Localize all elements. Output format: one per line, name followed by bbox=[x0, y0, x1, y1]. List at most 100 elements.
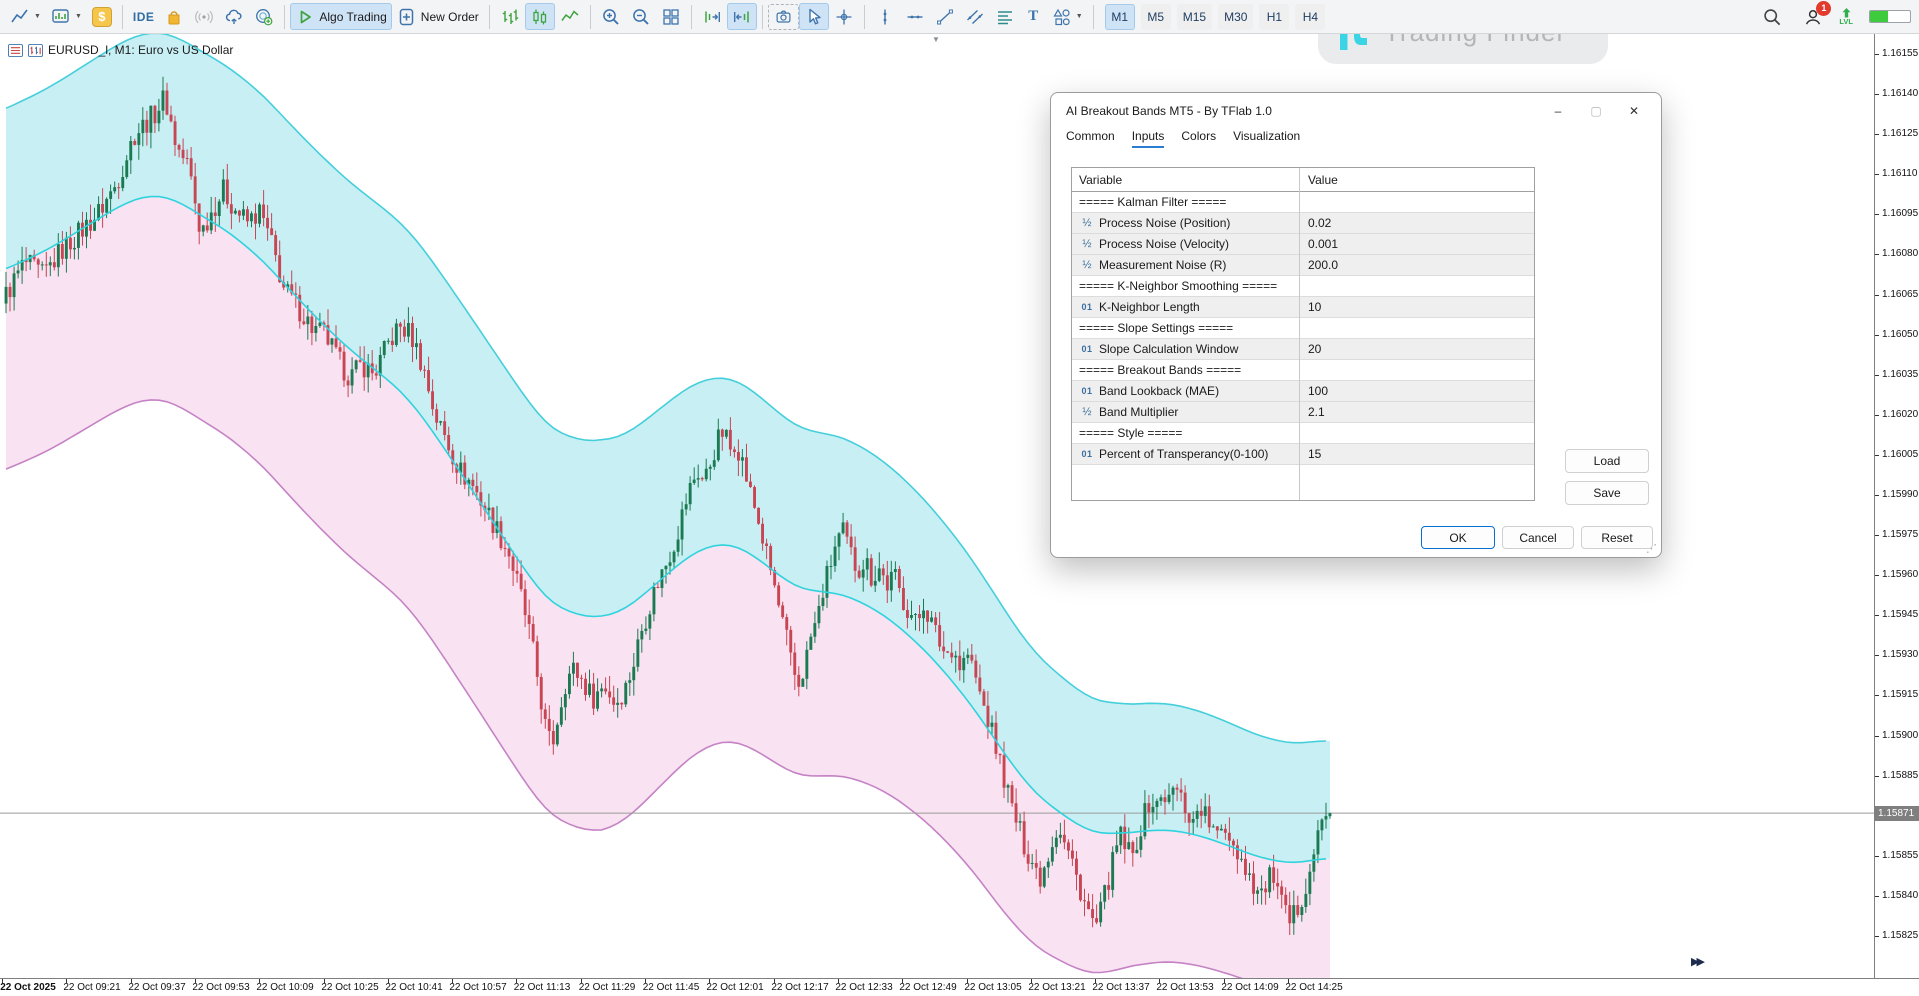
cancel-button[interactable]: Cancel bbox=[1502, 526, 1574, 549]
settings-row[interactable]: ½Process Noise (Position)0.02 bbox=[1072, 213, 1534, 234]
timeframe-m15[interactable]: M15 bbox=[1177, 4, 1212, 30]
tab-visualization[interactable]: Visualization bbox=[1233, 129, 1300, 148]
fibonacci-tool-button[interactable] bbox=[990, 3, 1020, 30]
settings-row[interactable]: 01K-Neighbor Length10 bbox=[1072, 297, 1534, 318]
setting-value[interactable]: 15 bbox=[1299, 447, 1534, 461]
maximize-button[interactable]: ▢ bbox=[1577, 97, 1615, 125]
tile-windows-icon bbox=[661, 7, 681, 27]
crosshair-tool-button[interactable] bbox=[829, 3, 859, 30]
cursor-tool-button[interactable] bbox=[799, 3, 829, 30]
settings-row[interactable]: ===== Slope Settings ===== bbox=[1072, 318, 1534, 339]
chevron-down-icon: ▼ bbox=[34, 13, 41, 20]
price-tick bbox=[1875, 535, 1879, 536]
chevron-down-icon: ▼ bbox=[75, 13, 82, 20]
setting-value[interactable]: 100 bbox=[1299, 384, 1534, 398]
price-tick bbox=[1875, 134, 1879, 135]
price-tick bbox=[1875, 455, 1879, 456]
chart-shift-button[interactable] bbox=[727, 3, 757, 30]
ide-button[interactable]: IDE bbox=[128, 3, 160, 30]
settings-row[interactable]: ===== Breakout Bands ===== bbox=[1072, 360, 1534, 381]
algo-trading-button[interactable]: Algo Trading bbox=[290, 3, 391, 30]
fast-forward-icon[interactable]: ▶▶ bbox=[1691, 955, 1702, 968]
toolbar-separator bbox=[489, 5, 490, 29]
price-label: 1.15930 bbox=[1882, 649, 1918, 660]
profile-button[interactable]: 1 bbox=[1803, 7, 1823, 27]
line-chart-type-button[interactable] bbox=[555, 3, 585, 30]
vertical-line-tool-button[interactable] bbox=[870, 3, 900, 30]
signals-button[interactable] bbox=[189, 3, 219, 30]
zoom-out-button[interactable] bbox=[626, 3, 656, 30]
setting-label: ===== Style ===== bbox=[1079, 426, 1182, 440]
settings-row[interactable]: ===== Style ===== bbox=[1072, 423, 1534, 444]
save-button[interactable]: Save bbox=[1565, 481, 1649, 505]
deposit-button[interactable]: $ bbox=[87, 3, 117, 30]
tab-inputs[interactable]: Inputs bbox=[1132, 129, 1165, 148]
window-buttons: – ▢ ✕ bbox=[1539, 97, 1653, 125]
settings-row[interactable]: 01Percent of Transperancy(0-100)15 bbox=[1072, 444, 1534, 465]
search-button[interactable] bbox=[1757, 3, 1787, 30]
market-button[interactable] bbox=[159, 3, 189, 30]
setting-value[interactable]: 0.02 bbox=[1299, 216, 1534, 230]
price-label: 1.16125 bbox=[1882, 128, 1918, 139]
price-tick bbox=[1875, 575, 1879, 576]
chart-shift-marker[interactable]: ▼ bbox=[932, 35, 940, 44]
timeframe-m1[interactable]: M1 bbox=[1105, 4, 1135, 30]
time-label: 22 Oct 13:53 bbox=[1156, 982, 1213, 993]
zoom-out-icon bbox=[631, 7, 651, 27]
text-tool-button[interactable]: T bbox=[1020, 3, 1047, 30]
new-order-button[interactable]: New Order bbox=[392, 3, 484, 30]
new-order-icon bbox=[397, 7, 417, 27]
bar-chart-type-button[interactable] bbox=[495, 3, 525, 30]
setting-value[interactable]: 2.1 bbox=[1299, 405, 1534, 419]
load-button[interactable]: Load bbox=[1565, 449, 1649, 473]
zoom-in-button[interactable] bbox=[596, 3, 626, 30]
horizontal-line-tool-button[interactable] bbox=[900, 3, 930, 30]
shapes-tool-button[interactable]: ▼ bbox=[1047, 3, 1088, 30]
reset-button[interactable]: Reset bbox=[1581, 526, 1653, 549]
settings-row[interactable]: ½Measurement Noise (R)200.0 bbox=[1072, 255, 1534, 276]
setting-value[interactable]: 10 bbox=[1299, 300, 1534, 314]
tab-colors[interactable]: Colors bbox=[1181, 129, 1216, 148]
connection-fill bbox=[1870, 11, 1888, 22]
time-label: 22 Oct 14:25 bbox=[1285, 982, 1342, 993]
algo-trading-label: Algo Trading bbox=[319, 10, 386, 24]
community-button[interactable] bbox=[249, 3, 279, 30]
zoom-in-icon bbox=[601, 7, 621, 27]
dollar-icon: $ bbox=[92, 7, 112, 27]
dialog-titlebar[interactable]: AI Breakout Bands MT5 - By TFlab 1.0 – ▢… bbox=[1051, 93, 1661, 129]
resize-grip[interactable]: ⋰ bbox=[1646, 542, 1657, 555]
connection-status-bar[interactable] bbox=[1869, 10, 1911, 23]
settings-row[interactable]: ½Band Multiplier2.1 bbox=[1072, 402, 1534, 423]
screenshot-button[interactable] bbox=[770, 6, 797, 28]
close-button[interactable]: ✕ bbox=[1615, 97, 1653, 125]
settings-row[interactable]: ===== K-Neighbor Smoothing ===== bbox=[1072, 276, 1534, 297]
trendline-tool-button[interactable] bbox=[930, 3, 960, 30]
minimize-button[interactable]: – bbox=[1539, 97, 1577, 125]
settings-row[interactable]: 01Band Lookback (MAE)100 bbox=[1072, 381, 1534, 402]
tile-windows-button[interactable] bbox=[656, 3, 686, 30]
timeframe-m5[interactable]: M5 bbox=[1141, 4, 1171, 30]
auto-scroll-button[interactable] bbox=[697, 3, 727, 30]
settings-row[interactable]: 01Slope Calculation Window20 bbox=[1072, 339, 1534, 360]
settings-row[interactable]: ½Process Noise (Velocity)0.001 bbox=[1072, 234, 1534, 255]
timeframe-h1[interactable]: H1 bbox=[1259, 4, 1289, 30]
level-indicator[interactable]: LVL bbox=[1839, 8, 1853, 26]
dialog-tabs: Common Inputs Colors Visualization bbox=[1051, 129, 1661, 154]
setting-value[interactable]: 20 bbox=[1299, 342, 1534, 356]
setting-value[interactable]: 0.001 bbox=[1299, 237, 1534, 251]
ok-button[interactable]: OK bbox=[1421, 526, 1495, 549]
time-axis[interactable]: 22 Oct 202522 Oct 09:2122 Oct 09:3722 Oc… bbox=[0, 978, 1919, 996]
price-axis[interactable]: 1.161551.161401.161251.161101.160951.160… bbox=[1874, 34, 1919, 978]
timeframe-m30[interactable]: M30 bbox=[1218, 4, 1253, 30]
indicators-button[interactable]: ▼ bbox=[46, 3, 87, 30]
vps-button[interactable] bbox=[219, 3, 249, 30]
shopping-bag-icon bbox=[164, 7, 184, 27]
timeframe-h4[interactable]: H4 bbox=[1295, 4, 1325, 30]
tab-common[interactable]: Common bbox=[1066, 129, 1115, 148]
candle-chart-type-button[interactable] bbox=[525, 3, 555, 30]
settings-row[interactable]: ===== Kalman Filter ===== bbox=[1072, 192, 1534, 213]
channel-tool-button[interactable] bbox=[960, 3, 990, 30]
setting-value[interactable]: 200.0 bbox=[1299, 258, 1534, 272]
time-label: 22 Oct 2025 bbox=[0, 982, 56, 993]
chart-profile-button[interactable]: ▼ bbox=[5, 3, 46, 30]
